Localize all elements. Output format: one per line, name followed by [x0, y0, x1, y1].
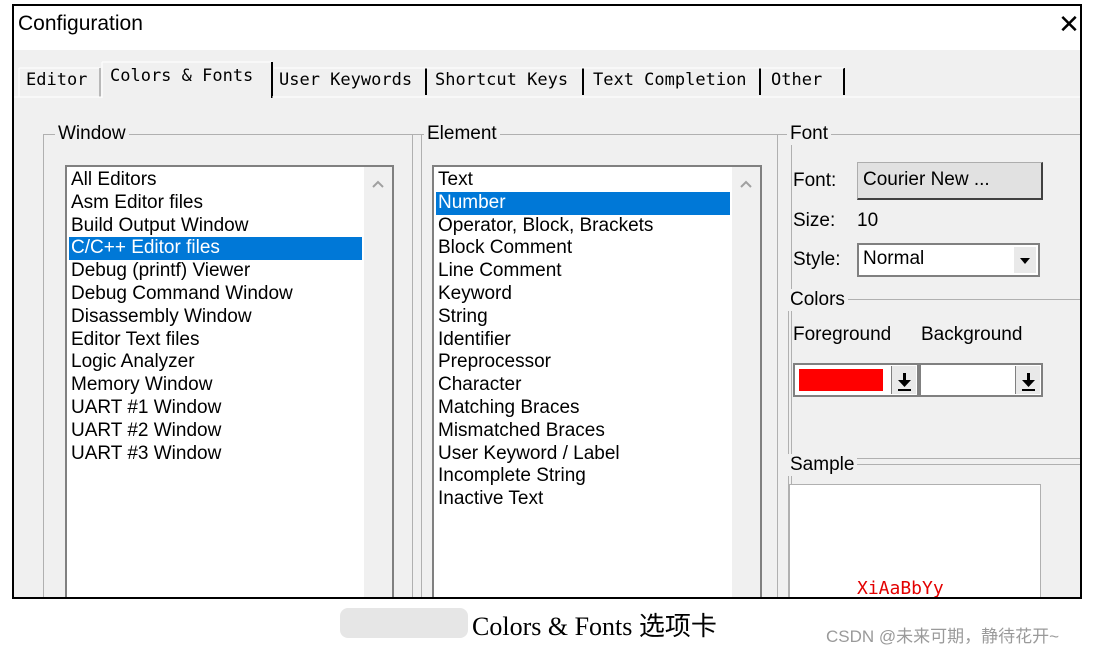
window-list-item[interactable]: C/C++ Editor files: [69, 237, 362, 261]
window-list-item[interactable]: Disassembly Window: [69, 306, 362, 329]
window-list-item[interactable]: Debug Command Window: [69, 283, 362, 306]
foreground-label: Foreground: [793, 324, 892, 345]
sample-group-label: Sample: [787, 454, 858, 476]
window-list-item[interactable]: UART #1 Window: [69, 397, 362, 420]
watermark: CSDN @未来可期，静待花开~: [826, 627, 1060, 646]
sample-text: XiAaBbYy: [857, 578, 944, 599]
background-label: Background: [921, 324, 1023, 345]
element-list-item[interactable]: Number: [436, 191, 730, 215]
window-listbox[interactable]: All Editors Asm Editor files Build Output …: [65, 165, 394, 597]
size-value: 10: [857, 210, 879, 231]
font-select-button[interactable]: Courier New ...: [857, 162, 1043, 200]
configuration-dialog: Configuration ✕ Editor Colors & Fonts Us…: [12, 4, 1082, 599]
background-swatch: [925, 369, 1009, 391]
chevron-down-icon: [1020, 258, 1030, 264]
tab-editor[interactable]: Editor: [26, 70, 87, 90]
font-label: Font:: [793, 170, 837, 191]
element-list-item[interactable]: Operator, Block, Brackets: [436, 215, 730, 238]
tab-other[interactable]: Other: [771, 70, 822, 90]
style-select-value: Normal: [863, 248, 925, 269]
blurred-figure-number: [340, 608, 468, 638]
window-list-item[interactable]: Editor Text files: [69, 329, 362, 352]
sample-preview: XiAaBbYy: [789, 484, 1041, 599]
arrow-down-icon: [1022, 373, 1035, 391]
element-list-item[interactable]: Matching Braces: [436, 397, 730, 420]
element-listbox[interactable]: Text Number Operator, Block, Brackets Block…: [432, 165, 762, 597]
background-dropdown[interactable]: [1015, 366, 1040, 394]
window-list-item[interactable]: All Editors: [69, 169, 362, 192]
font-group-label: Font: [787, 123, 832, 145]
window-list-item[interactable]: Memory Window: [69, 374, 362, 397]
element-scrollbar[interactable]: [732, 167, 760, 597]
element-list-item[interactable]: Inactive Text: [436, 488, 730, 511]
colors-group-label: Colors: [787, 289, 848, 311]
close-icon[interactable]: ✕: [1058, 10, 1080, 38]
scroll-up-icon[interactable]: [371, 177, 385, 191]
style-select[interactable]: Normal: [857, 243, 1040, 277]
foreground-dropdown[interactable]: [891, 366, 916, 394]
background-color-picker[interactable]: [919, 363, 1043, 397]
style-label: Style:: [793, 249, 841, 270]
scroll-up-icon[interactable]: [739, 177, 753, 191]
element-list-item[interactable]: Incomplete String: [436, 465, 730, 488]
tab-text-completion[interactable]: Text Completion: [593, 70, 747, 90]
window-list-items: All Editors Asm Editor files Build Output …: [69, 169, 362, 465]
element-list-items: Text Number Operator, Block, Brackets Block…: [436, 169, 730, 511]
window-list-item[interactable]: Logic Analyzer: [69, 351, 362, 374]
window-list-item[interactable]: Debug (printf) Viewer: [69, 260, 362, 283]
window-scrollbar[interactable]: [364, 167, 392, 597]
tab-shortcut-keys[interactable]: Shortcut Keys: [435, 70, 568, 90]
element-group-label: Element: [424, 123, 500, 145]
dialog-title: Configuration: [18, 12, 143, 35]
tab-user-keywords[interactable]: User Keywords: [279, 70, 412, 90]
window-list-item[interactable]: Build Output Window: [69, 215, 362, 238]
window-list-item[interactable]: UART #3 Window: [69, 443, 362, 466]
element-list-item[interactable]: Identifier: [436, 329, 730, 352]
element-list-item[interactable]: Keyword: [436, 283, 730, 306]
element-list-item[interactable]: Text: [436, 169, 730, 192]
window-list-item[interactable]: Asm Editor files: [69, 192, 362, 215]
size-label: Size:: [793, 210, 836, 231]
window-list-item[interactable]: UART #2 Window: [69, 420, 362, 443]
element-list-item[interactable]: String: [436, 306, 730, 329]
element-list-item[interactable]: Preprocessor: [436, 351, 730, 374]
title-bar: Configuration ✕: [14, 6, 1080, 50]
element-list-item[interactable]: Block Comment: [436, 237, 730, 260]
arrow-down-icon: [898, 373, 911, 391]
element-list-item[interactable]: User Keyword / Label: [436, 443, 730, 466]
foreground-color-picker[interactable]: [793, 363, 919, 397]
element-list-item[interactable]: Mismatched Braces: [436, 420, 730, 443]
element-list-item[interactable]: Line Comment: [436, 260, 730, 283]
dropdown-arrow[interactable]: [1014, 247, 1036, 273]
foreground-swatch: [799, 369, 883, 391]
tab-strip: Editor Colors & Fonts User Keywords Shor…: [14, 50, 1080, 98]
window-group-label: Window: [55, 123, 129, 145]
figure-caption: Colors & Fonts 选项卡: [472, 612, 717, 641]
tab-colors-fonts[interactable]: Colors & Fonts: [110, 66, 253, 86]
element-list-item[interactable]: Character: [436, 374, 730, 397]
